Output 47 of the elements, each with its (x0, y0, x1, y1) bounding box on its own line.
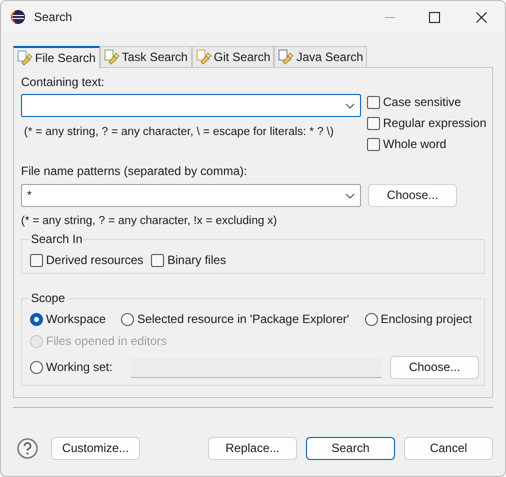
radio-label: Selected resource in 'Package Explorer' (137, 312, 350, 327)
window-title: Search (34, 10, 72, 24)
flashlight-icon (278, 49, 294, 65)
push-button[interactable]: Choose... (390, 356, 479, 379)
radio-button[interactable] (121, 313, 134, 326)
checkbox[interactable] (30, 254, 43, 267)
chevron-down-icon[interactable] (345, 102, 355, 108)
push-button[interactable]: Customize... (51, 437, 140, 460)
flashlight-icon (17, 50, 33, 66)
push-button[interactable]: Choose... (368, 184, 457, 207)
tab[interactable]: File Search (13, 46, 100, 68)
tab[interactable]: Task Search (100, 46, 192, 67)
checkbox-label: Case sensitive (383, 95, 462, 110)
field-label: File name patterns (separated by comma): (21, 163, 248, 179)
eclipse-logo-icon (11, 10, 25, 24)
radio-label: Enclosing project (380, 312, 472, 327)
checkbox-label: Regular expression (383, 116, 486, 131)
push-button[interactable]: Search (306, 437, 395, 460)
checkbox-label: Binary files (167, 253, 226, 268)
hint-text: (* = any string, ? = any character, \ = escape for literals: * ? \) (24, 125, 335, 140)
hint-text: (* = any string, ? = any character, !x = excluding x) (21, 214, 278, 229)
checkbox[interactable] (367, 96, 380, 109)
checkbox-label: Derived resources (46, 253, 144, 268)
tab[interactable]: Git Search (192, 46, 274, 67)
combo-field[interactable]: * (21, 184, 361, 207)
radio-label: Working set: (46, 360, 112, 375)
flashlight-icon (196, 49, 212, 65)
radio-label: Workspace (46, 312, 106, 327)
push-button[interactable]: Replace... (208, 437, 297, 460)
chevron-down-icon[interactable] (345, 192, 355, 198)
radio-button[interactable] (30, 313, 43, 326)
flashlight-icon (104, 49, 120, 65)
field-label: Containing text: (21, 74, 106, 90)
checkbox-label: Whole word (383, 137, 446, 152)
help-icon[interactable] (17, 438, 38, 459)
checkbox[interactable] (367, 117, 380, 130)
field-value: * (27, 188, 32, 203)
checkbox[interactable] (367, 138, 380, 151)
push-button[interactable]: Cancel (404, 437, 493, 460)
tab[interactable]: Java Search (274, 46, 368, 67)
radio-label: Files opened in editors (46, 334, 167, 349)
close-icon[interactable] (476, 12, 487, 22)
radio-button[interactable] (364, 313, 378, 326)
radio-button[interactable] (30, 361, 43, 374)
checkbox[interactable] (151, 254, 164, 267)
maximize-icon[interactable] (429, 12, 440, 22)
combo-field[interactable] (21, 94, 361, 117)
